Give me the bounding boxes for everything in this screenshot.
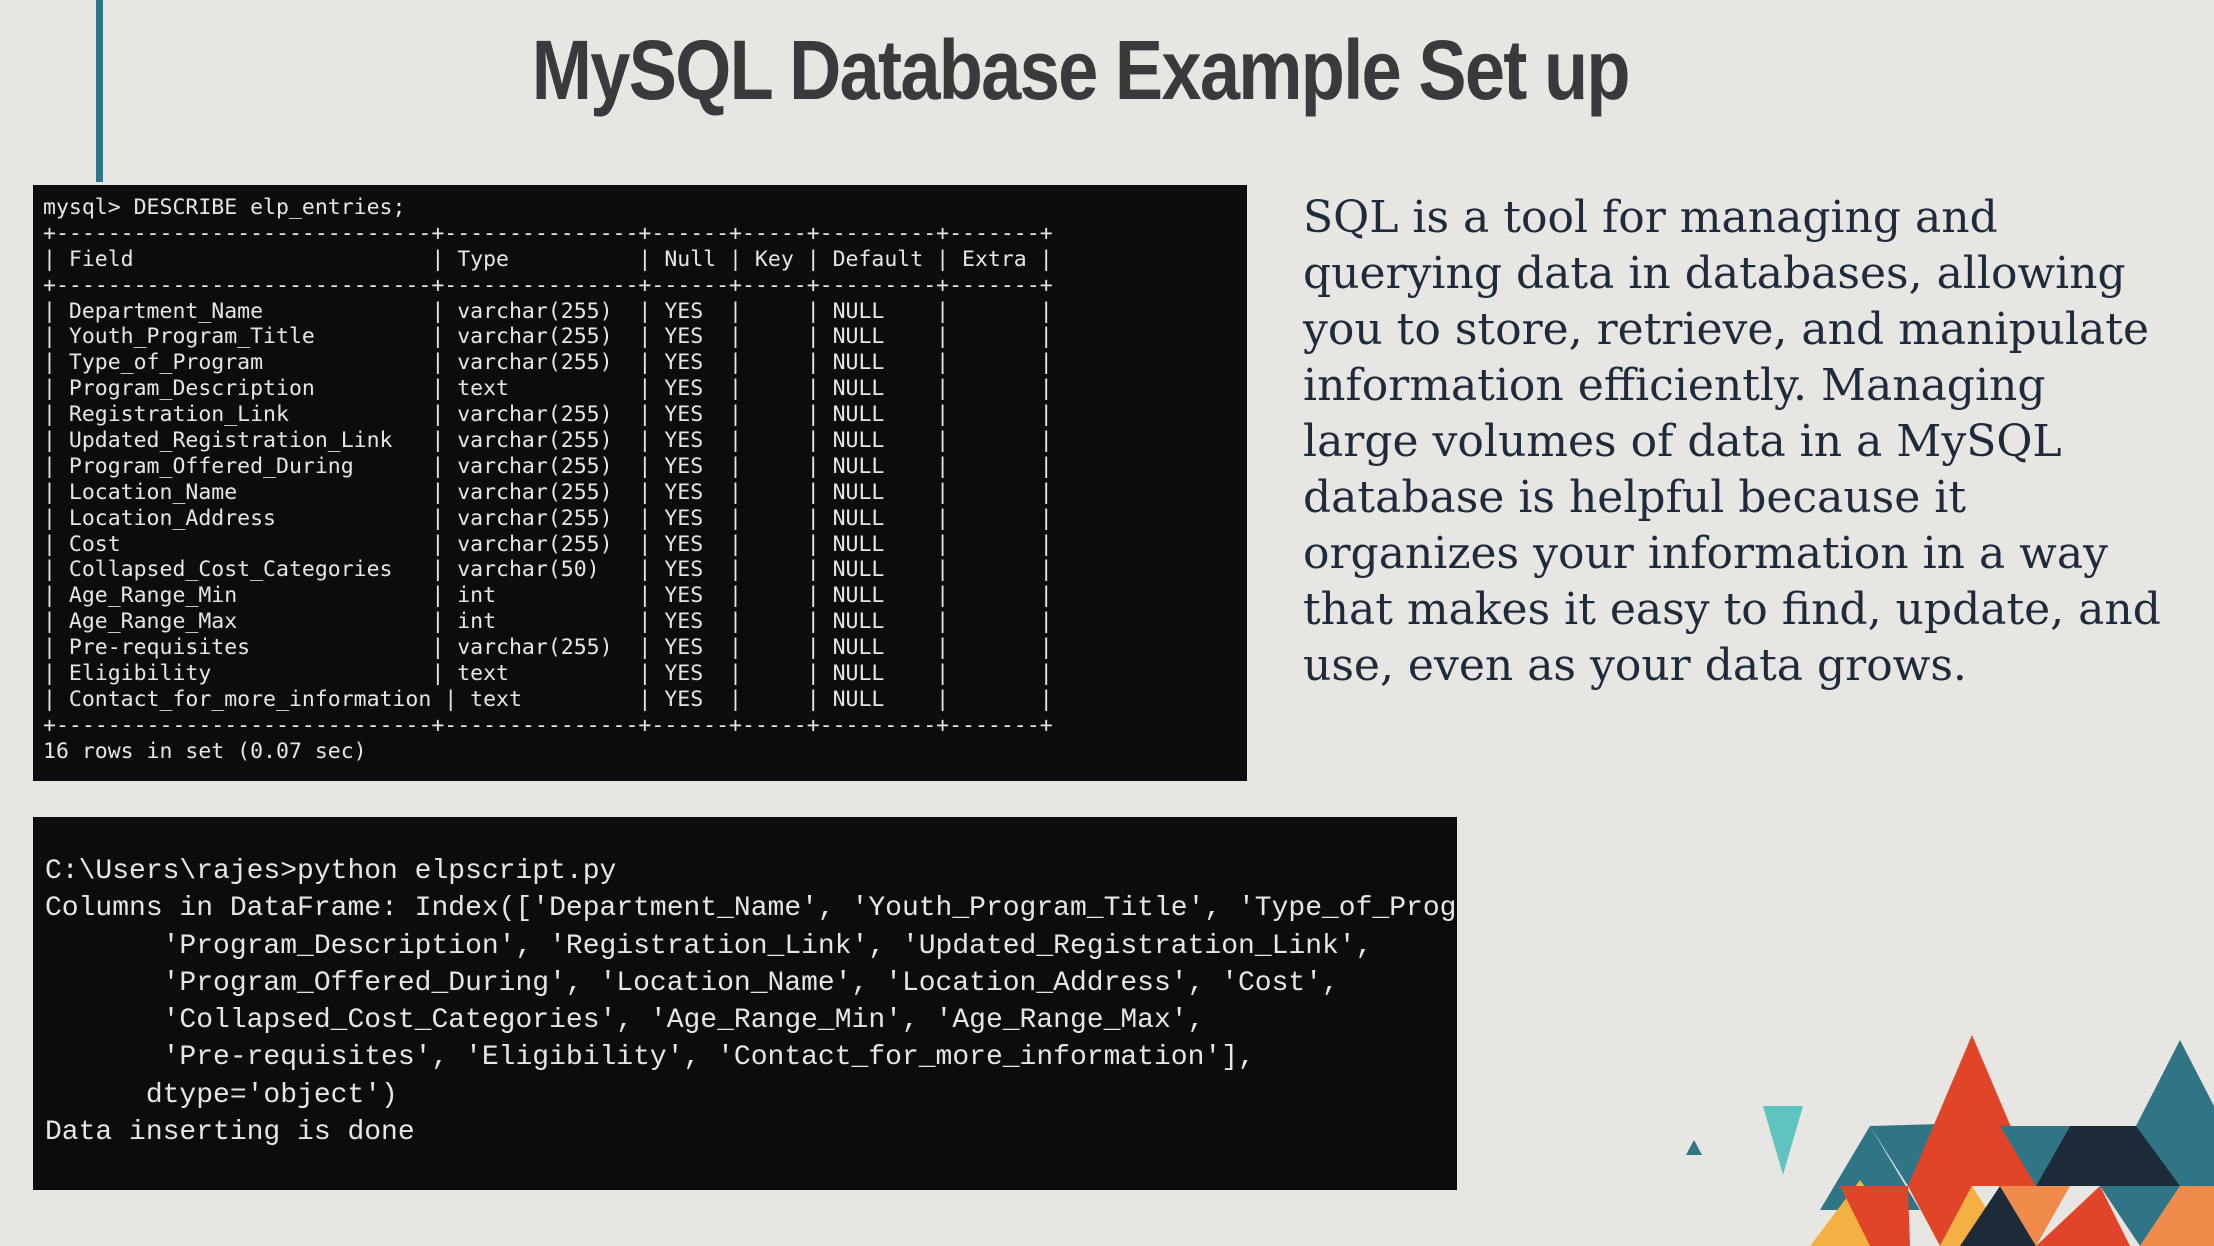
terminal-line: Data inserting is done (45, 1117, 415, 1149)
terminal-line: | Location_Name | varchar(255) | YES | |… (43, 479, 1053, 505)
light-teal-triangle (1763, 1106, 1803, 1175)
terminal-line: | Location_Address | varchar(255) | YES … (43, 505, 1053, 531)
terminal-line: +-----------------------------+---------… (43, 272, 1053, 298)
terminal-line: | Age_Range_Min | int | YES | | NULL | | (43, 583, 1053, 609)
terminal-line: | Updated_Registration_Link | varchar(25… (43, 428, 1053, 454)
slide-description: SQL is a tool for managing and querying … (1303, 192, 2161, 691)
terminal-line: 'Program_Description', 'Registration_Lin… (45, 930, 1373, 962)
python-script-terminal: C:\Users\rajes>python elpscript.py Column… (33, 817, 1457, 1190)
terminal-line: | Program_Offered_During | varchar(255) … (43, 453, 1053, 479)
terminal-line: mysql> DESCRIBE elp_entries; (43, 195, 406, 220)
terminal-line: 'Program_Offered_During', 'Location_Name… (45, 967, 1339, 999)
terminal-line: 16 rows in set (0.07 sec) (43, 738, 367, 764)
terminal-line: 'Collapsed_Cost_Categories', 'Age_Range_… (45, 1005, 1205, 1037)
mysql-describe-terminal: mysql> DESCRIBE elp_entries; +-----------… (33, 185, 1247, 781)
terminal-line: 'Pre-requisites', 'Eligibility', 'Contac… (45, 1042, 1255, 1074)
terminal-line: | Age_Range_Max | int | YES | | NULL | | (43, 609, 1053, 635)
terminal-line: | Collapsed_Cost_Categories | varchar(50… (43, 557, 1053, 583)
terminal-line: | Registration_Link | varchar(255) | YES… (43, 402, 1053, 428)
decorative-triangles (1686, 1035, 2214, 1246)
terminal-line: | Youth_Program_Title | varchar(255) | Y… (43, 324, 1053, 350)
small-teal-triangle (1686, 1140, 1702, 1155)
accent-bar (96, 0, 103, 182)
terminal-line: | Program_Description | text | YES | | N… (43, 376, 1053, 402)
terminal-line: dtype='object') (45, 1079, 398, 1111)
terminal-line: +-----------------------------+---------… (43, 220, 1053, 246)
terminal-line: C:\Users\rajes>python elpscript.py (45, 856, 617, 887)
terminal-line: | Contact_for_more_information | text | … (43, 686, 1053, 712)
terminal-line: +-----------------------------+---------… (43, 712, 1053, 738)
terminal-line: | Eligibility | text | YES | | NULL | | (43, 661, 1053, 687)
terminal-line: | Type_of_Program | varchar(255) | YES |… (43, 350, 1053, 376)
terminal-line: Columns in DataFrame: Index(['Department… (45, 893, 1457, 925)
terminal-line: | Pre-requisites | varchar(255) | YES | … (43, 635, 1053, 661)
terminal-line: | Field | Type | Null | Key | Default | … (43, 246, 1053, 272)
terminal-line: | Department_Name | varchar(255) | YES |… (43, 298, 1053, 324)
slide-title: MySQL Database Example Set up (531, 23, 1631, 117)
terminal-line: | Cost | varchar(255) | YES | | NULL | | (43, 531, 1053, 557)
